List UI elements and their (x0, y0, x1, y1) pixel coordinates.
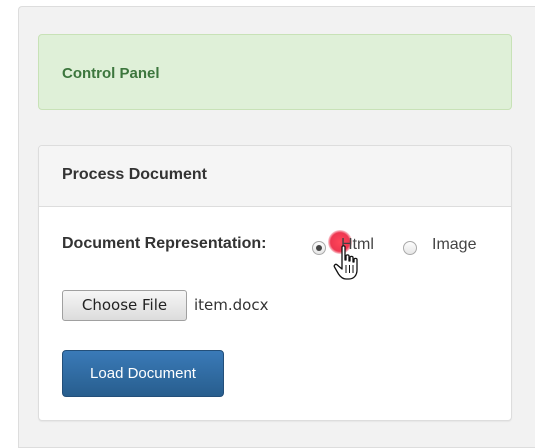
radio-image[interactable] (403, 241, 417, 255)
selected-file-name: item.docx (194, 296, 269, 314)
control-panel-banner: Control Panel (38, 34, 512, 110)
process-document-panel: Process Document Document Representation… (38, 145, 512, 421)
panel-heading: Process Document (39, 146, 511, 207)
choose-file-button[interactable]: Choose File (62, 290, 187, 321)
radio-html[interactable] (312, 241, 326, 255)
radio-image-label[interactable]: Image (432, 236, 476, 254)
document-representation-label: Document Representation: (62, 235, 267, 252)
control-panel-title: Control Panel (62, 65, 160, 82)
page-canvas: Control Panel Process Document Document … (0, 0, 535, 448)
load-document-button[interactable]: Load Document (62, 350, 224, 397)
hand-pointer-icon (333, 245, 358, 280)
panel-heading-title: Process Document (62, 166, 207, 183)
